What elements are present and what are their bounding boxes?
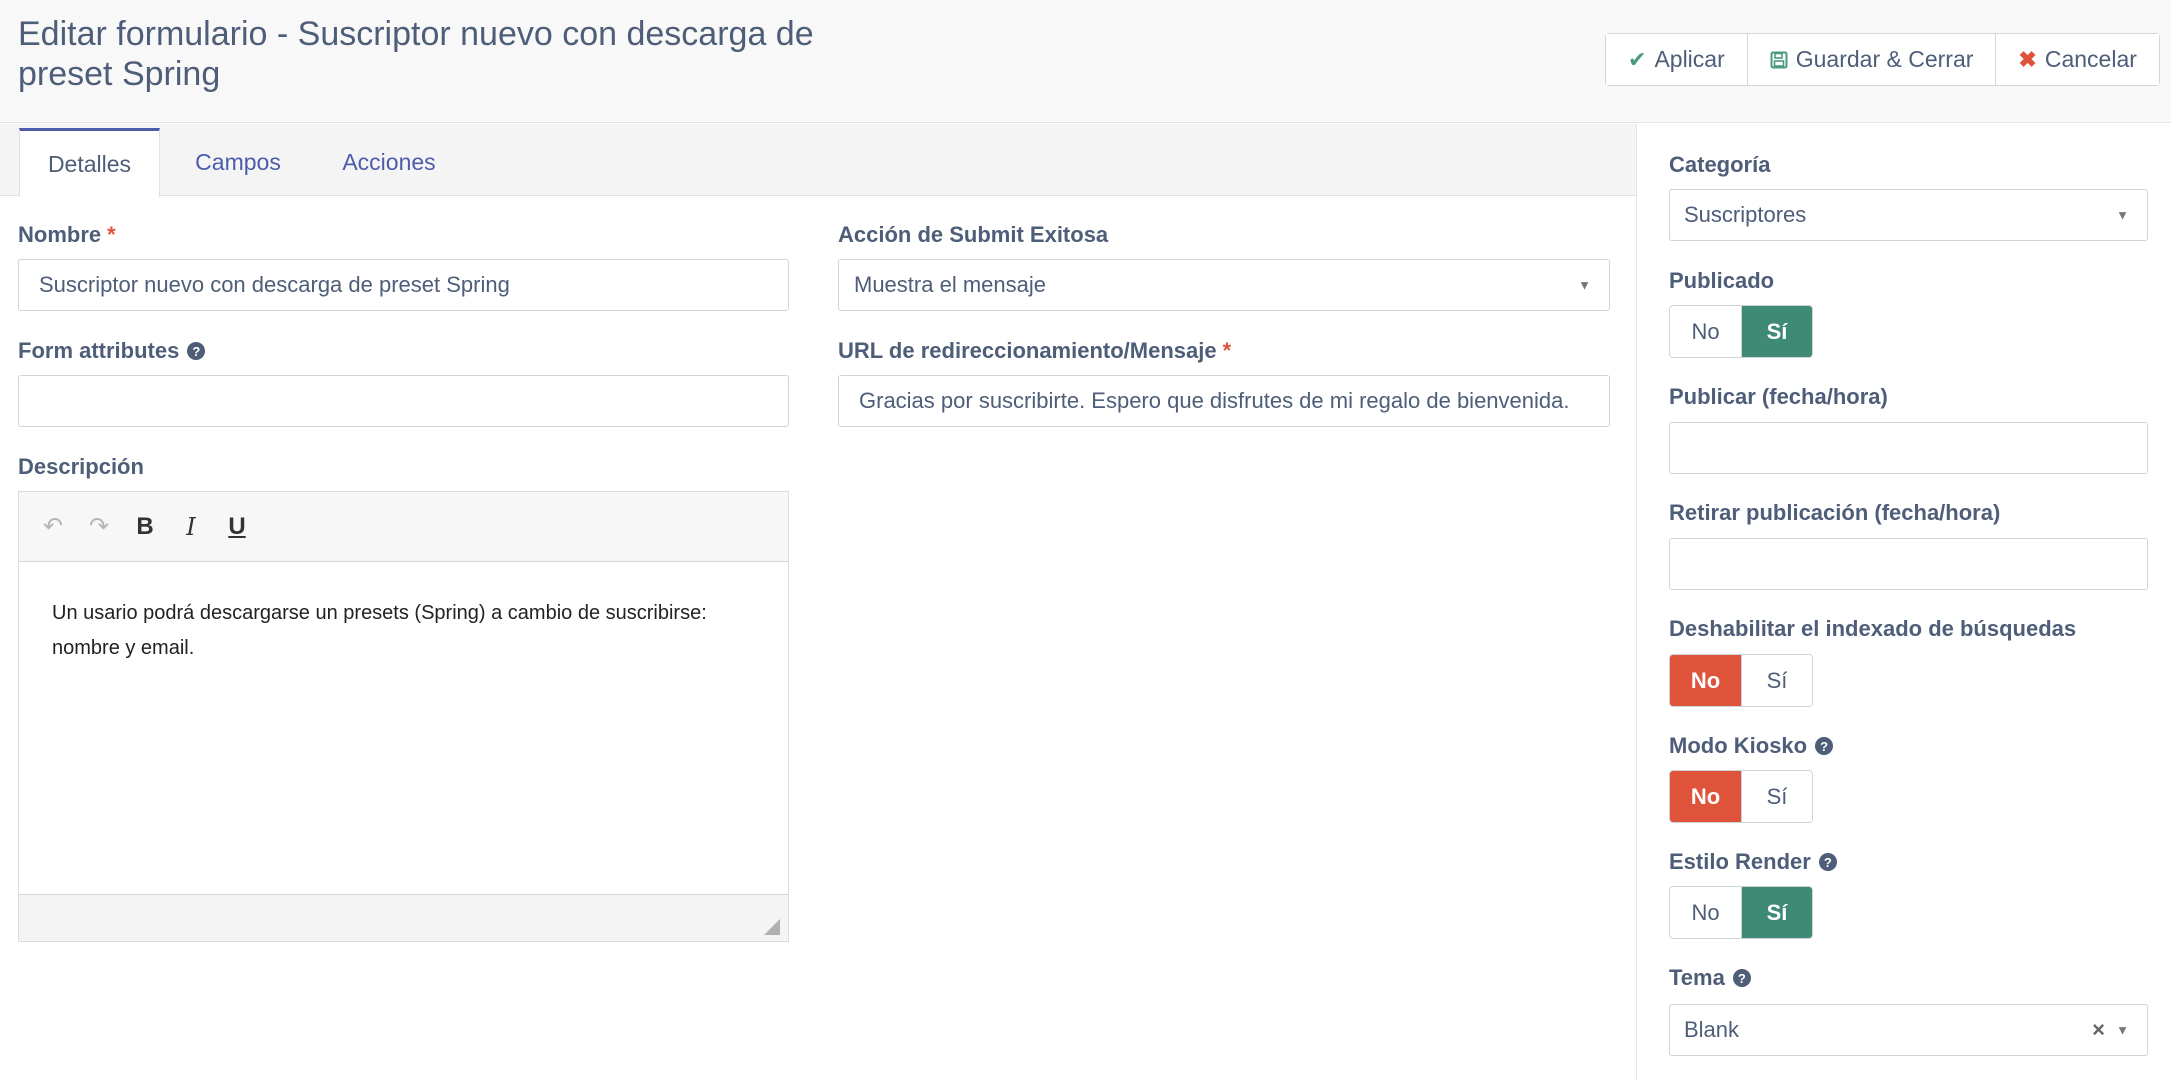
theme-value: Blank [1684, 1017, 1740, 1042]
publish-down-label-text: Retirar publicación (fecha/hora) [1669, 500, 2001, 525]
floppy-disk-icon [1770, 51, 1788, 69]
published-label-text: Publicado [1669, 268, 1775, 293]
submit-action-label-text: Acción de Submit Exitosa [838, 222, 1109, 247]
publish-up-label-text: Publicar (fecha/hora) [1669, 384, 1888, 409]
tab-detalles[interactable]: Detalles [19, 128, 160, 197]
redirect-message-value: Gracias por suscribirte. Espero que disf… [859, 388, 1570, 413]
no-index-label-text: Deshabilitar el indexado de búsquedas [1669, 616, 2077, 641]
cancel-button[interactable]: ✖ Cancelar [1995, 34, 2159, 85]
theme-label: Tema ? [1669, 965, 1751, 991]
category-select[interactable]: Suscriptores ▼ [1669, 189, 2148, 241]
category-value: Suscriptores [1684, 202, 1807, 227]
render-style-label-text: Estilo Render [1669, 849, 1811, 874]
description-label-text: Descripción [18, 454, 144, 479]
caret-down-icon: ▼ [2116, 207, 2129, 223]
underline-icon[interactable]: U [227, 513, 247, 541]
published-yes-option[interactable]: Sí [1741, 306, 1812, 357]
tab-acciones[interactable]: Acciones [316, 128, 462, 196]
redo-icon[interactable]: ↷ [89, 512, 109, 541]
editor-toolbar: ↶ ↷ B I U [19, 492, 788, 562]
category-label: Categoría [1669, 152, 1770, 178]
submit-action-value: Muestra el mensaje [854, 272, 1046, 297]
submit-action-label: Acción de Submit Exitosa [838, 222, 1108, 248]
publish-up-input[interactable] [1669, 422, 2148, 474]
toolbar-button-group: ✔ Aplicar Guardar & Cerrar ✖ Cancelar [1605, 33, 2160, 86]
editor-statusbar [19, 894, 788, 941]
form-attributes-label: Form attributes ? [18, 338, 206, 364]
render-style-no-option[interactable]: No [1670, 887, 1741, 938]
caret-down-icon: ▼ [1578, 277, 1591, 293]
page-header: Editar formulario - Suscriptor nuevo con… [0, 0, 2171, 123]
undo-icon[interactable]: ↶ [43, 512, 63, 541]
close-icon: ✖ [2018, 46, 2037, 72]
redirect-message-label: URL de redireccionamiento/Mensaje * [838, 338, 1231, 364]
publish-up-label: Publicar (fecha/hora) [1669, 384, 1888, 410]
redirect-message-input[interactable]: Gracias por suscribirte. Espero que disf… [838, 375, 1610, 427]
sidebar-divider [1636, 124, 1637, 1080]
category-label-text: Categoría [1669, 152, 1771, 177]
kiosk-mode-label: Modo Kiosko ? [1669, 733, 1834, 759]
check-icon: ✔ [1628, 46, 1647, 72]
apply-button[interactable]: ✔ Aplicar [1606, 34, 1747, 85]
question-circle-icon[interactable]: ? [1732, 969, 1751, 987]
description-label: Descripción [18, 454, 144, 480]
name-label-text: Nombre [18, 222, 102, 247]
name-input-value: Suscriptor nuevo con descarga de preset … [39, 272, 510, 297]
name-label: Nombre * [18, 222, 116, 248]
submit-action-select[interactable]: Muestra el mensaje ▼ [838, 259, 1610, 311]
description-editor: ↶ ↷ B I U Un usario podrá descargarse un… [18, 491, 789, 942]
render-style-label: Estilo Render ? [1669, 849, 1837, 875]
kiosk-mode-label-text: Modo Kiosko [1669, 733, 1808, 758]
redirect-message-label-text: URL de redireccionamiento/Mensaje [838, 338, 1217, 363]
caret-down-icon: ▼ [2116, 1022, 2129, 1038]
required-marker: * [1222, 338, 1232, 363]
required-marker: * [107, 222, 116, 247]
no-index-yes-option[interactable]: Sí [1741, 655, 1812, 706]
bold-icon[interactable]: B [135, 513, 155, 541]
name-input[interactable]: Suscriptor nuevo con descarga de preset … [18, 259, 789, 311]
clear-icon[interactable]: × [2092, 1017, 2105, 1043]
save-close-button[interactable]: Guardar & Cerrar [1746, 34, 1996, 85]
kiosk-mode-yes-option[interactable]: Sí [1741, 771, 1812, 822]
question-circle-icon[interactable]: ? [1818, 853, 1837, 871]
kiosk-mode-toggle: No Sí [1669, 770, 1813, 823]
cancel-button-label: Cancelar [2044, 46, 2137, 72]
no-index-toggle: No Sí [1669, 654, 1813, 707]
publish-down-input[interactable] [1669, 538, 2148, 590]
no-index-no-option[interactable]: No [1670, 655, 1741, 706]
publish-down-label: Retirar publicación (fecha/hora) [1669, 500, 2000, 526]
tab-campos[interactable]: Campos [170, 128, 306, 196]
form-attributes-input[interactable] [18, 375, 789, 427]
question-circle-icon[interactable]: ? [1815, 737, 1834, 755]
theme-label-text: Tema [1669, 965, 1725, 990]
kiosk-mode-no-option[interactable]: No [1670, 771, 1741, 822]
no-index-label: Deshabilitar el indexado de búsquedas [1669, 616, 2076, 642]
italic-icon[interactable]: I [181, 513, 201, 541]
theme-select[interactable]: Blank × ▼ [1669, 1004, 2148, 1056]
published-toggle: No Sí [1669, 305, 1813, 358]
page-title: Editar formulario - Suscriptor nuevo con… [18, 15, 814, 93]
save-close-button-label: Guardar & Cerrar [1795, 46, 1974, 72]
tab-bar: Detalles Campos Acciones [0, 124, 1636, 197]
published-label: Publicado [1669, 268, 1774, 294]
render-style-yes-option[interactable]: Sí [1741, 887, 1812, 938]
form-attributes-label-text: Form attributes [18, 338, 180, 363]
render-style-toggle: No Sí [1669, 886, 1813, 939]
question-circle-icon[interactable]: ? [187, 342, 206, 360]
published-no-option[interactable]: No [1670, 306, 1741, 357]
resize-handle-icon[interactable] [764, 919, 780, 935]
editor-content[interactable]: Un usario podrá descargarse un presets (… [19, 562, 788, 894]
apply-button-label: Aplicar [1654, 46, 1725, 72]
